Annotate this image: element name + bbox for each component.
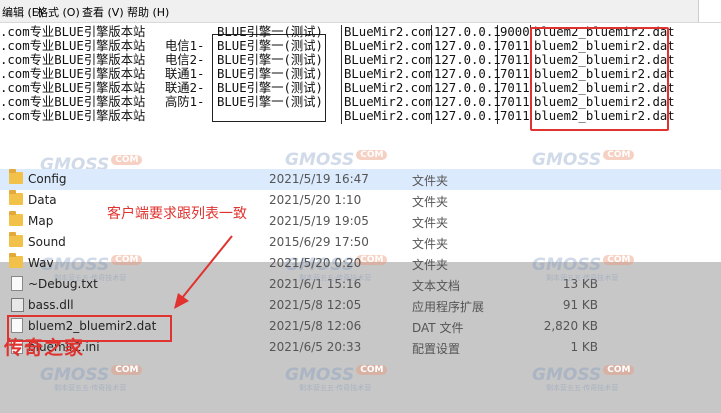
server-port-cell: 7011 bbox=[500, 95, 530, 109]
file-size: 1 KB bbox=[570, 340, 598, 354]
folder-icon bbox=[9, 169, 23, 184]
server-line-cell: 电信2- bbox=[165, 53, 205, 67]
file-name: Sound bbox=[28, 235, 66, 249]
server-port-cell: 9000 bbox=[500, 25, 530, 39]
notepad-text-area[interactable]: .com专业BLUE引擎版本站 BLUE引擎一(测试) BLueMir2.com 12… bbox=[0, 22, 721, 134]
server-site-cell: .com专业BLUE引擎版本站 bbox=[0, 67, 146, 81]
file-name: Map bbox=[28, 214, 54, 228]
file-name: Data bbox=[28, 193, 57, 207]
server-engine-cell: BLUE引擎一(测试) bbox=[217, 53, 323, 67]
server-line-cell: 联通1- bbox=[165, 67, 205, 81]
file-type: 文件夹 bbox=[412, 174, 449, 188]
window-button[interactable] bbox=[698, 0, 721, 22]
file-row[interactable]: Wav 2021/5/20 0:20 文件夹 bbox=[0, 253, 721, 274]
file-date: 2021/5/8 12:06 bbox=[269, 319, 362, 333]
file-date: 2015/6/29 17:50 bbox=[269, 235, 369, 249]
server-ip-cell: 127.0.0.1 bbox=[434, 95, 501, 109]
watermark: GMOSSCOM剩本营五五·传奇技术营 bbox=[40, 365, 143, 392]
file-row[interactable]: Config 2021/5/19 16:47 文件夹 bbox=[0, 169, 721, 190]
menu-bar: 编辑 (E) 格式 (O) 查看 (V) 帮助 (H) bbox=[0, 0, 721, 23]
file-date: 2021/5/20 0:20 bbox=[269, 256, 362, 270]
file-date: 2021/5/19 16:47 bbox=[269, 172, 369, 186]
dll-file-icon bbox=[11, 298, 24, 312]
watermark: GMOSSCOM剩本营五五·传奇技术营 bbox=[532, 150, 635, 177]
file-date: 2021/5/19 19:05 bbox=[269, 214, 369, 228]
server-engine-cell: BLUE引擎一(测试) bbox=[217, 67, 323, 81]
server-site-cell: .com专业BLUE引擎版本站 bbox=[0, 95, 146, 109]
folder-icon bbox=[9, 190, 23, 205]
watermark: GMOSSCOM剩本营五五·传奇技术营 bbox=[285, 150, 388, 177]
server-ip-cell: 127.0.0.1 bbox=[434, 53, 501, 67]
server-port-cell: 7011 bbox=[500, 109, 530, 123]
file-date: 2021/6/5 20:33 bbox=[269, 340, 362, 354]
menu-format[interactable]: 格式 (O) bbox=[37, 4, 80, 20]
file-row[interactable]: Map 2021/5/19 19:05 文件夹 bbox=[0, 211, 721, 232]
server-ip-cell: 127.0.0.1 bbox=[434, 81, 501, 95]
brand-overlay: 传奇之家 bbox=[4, 337, 85, 359]
server-port-cell: 7011 bbox=[500, 67, 530, 81]
server-site-cell: .com专业BLUE引擎版本站 bbox=[0, 81, 146, 95]
folder-icon bbox=[9, 253, 23, 268]
text-file-icon bbox=[11, 276, 23, 291]
file-type: 配置设置 bbox=[412, 342, 461, 356]
server-engine-cell: BLUE引擎一(测试) bbox=[217, 95, 323, 109]
file-row[interactable]: bass.dll 2021/5/8 12:05 应用程序扩展 91 KB bbox=[0, 295, 721, 316]
server-domain-cell: BLueMir2.com bbox=[344, 39, 433, 53]
file-size: 2,820 KB bbox=[543, 319, 598, 333]
file-name: bass.dll bbox=[28, 298, 74, 312]
server-ip-cell: 127.0.0.1 bbox=[434, 109, 501, 123]
file-date: 2021/5/8 12:05 bbox=[269, 298, 362, 312]
file-type: 文件夹 bbox=[412, 216, 449, 230]
file-name: Wav bbox=[28, 256, 54, 270]
file-type: DAT 文件 bbox=[412, 321, 464, 335]
folder-icon bbox=[9, 232, 23, 247]
server-domain-cell: BLueMir2.com bbox=[344, 95, 433, 109]
file-type: 应用程序扩展 bbox=[412, 300, 485, 314]
file-row[interactable]: Data 2021/5/20 1:10 文件夹 bbox=[0, 190, 721, 211]
column-separator bbox=[341, 25, 342, 124]
folder-icon bbox=[9, 211, 23, 226]
file-name: Config bbox=[28, 172, 67, 186]
server-line-cell: 联通2- bbox=[165, 81, 205, 95]
file-date: 2021/5/20 1:10 bbox=[269, 193, 362, 207]
server-engine-cell: BLUE引擎一(测试) bbox=[217, 25, 323, 39]
server-domain-cell: BLueMir2.com bbox=[344, 109, 433, 123]
menu-help[interactable]: 帮助 (H) bbox=[127, 4, 169, 20]
server-engine-cell: BLUE引擎一(测试) bbox=[217, 81, 323, 95]
server-ip-cell: 127.0.0.1 bbox=[434, 39, 501, 53]
file-type: 文件夹 bbox=[412, 237, 449, 251]
file-type: 文件夹 bbox=[412, 195, 449, 209]
server-port-cell: 7011 bbox=[500, 39, 530, 53]
server-domain-cell: BLueMir2.com bbox=[344, 81, 433, 95]
server-domain-cell: BLueMir2.com bbox=[344, 25, 433, 39]
server-line-cell: 高防1- bbox=[165, 95, 205, 109]
file-size: 91 KB bbox=[562, 298, 598, 312]
server-site-cell: .com专业BLUE引擎版本站 bbox=[0, 25, 146, 39]
server-site-cell: .com专业BLUE引擎版本站 bbox=[0, 39, 146, 53]
notepad-window: 编辑 (E) 格式 (O) 查看 (V) 帮助 (H) .com专业BLUE引擎… bbox=[0, 0, 721, 137]
server-site-cell: .com专业BLUE引擎版本站 bbox=[0, 109, 146, 123]
dat-file-column-highlight bbox=[530, 27, 669, 131]
watermark: GMOSSCOM剩本营五五·传奇技术营 bbox=[532, 365, 635, 392]
server-site-cell: .com专业BLUE引擎版本站 bbox=[0, 53, 146, 67]
server-port-cell: 7011 bbox=[500, 81, 530, 95]
menu-view[interactable]: 查看 (V) bbox=[82, 4, 124, 20]
watermark: GMOSSCOM剩本营五五·传奇技术营 bbox=[285, 365, 388, 392]
server-port-cell: 7011 bbox=[500, 53, 530, 67]
server-engine-cell: BLUE引擎一(测试) bbox=[217, 39, 323, 53]
server-domain-cell: BLueMir2.com bbox=[344, 53, 433, 67]
server-ip-cell: 127.0.0.1 bbox=[434, 25, 501, 39]
server-ip-cell: 127.0.0.1 bbox=[434, 67, 501, 81]
file-type: 文本文档 bbox=[412, 279, 461, 293]
server-line-cell: 电信1- bbox=[165, 39, 205, 53]
file-type: 文件夹 bbox=[412, 258, 449, 272]
file-row[interactable]: Sound 2015/6/29 17:50 文件夹 bbox=[0, 232, 721, 253]
server-domain-cell: BLueMir2.com bbox=[344, 67, 433, 81]
